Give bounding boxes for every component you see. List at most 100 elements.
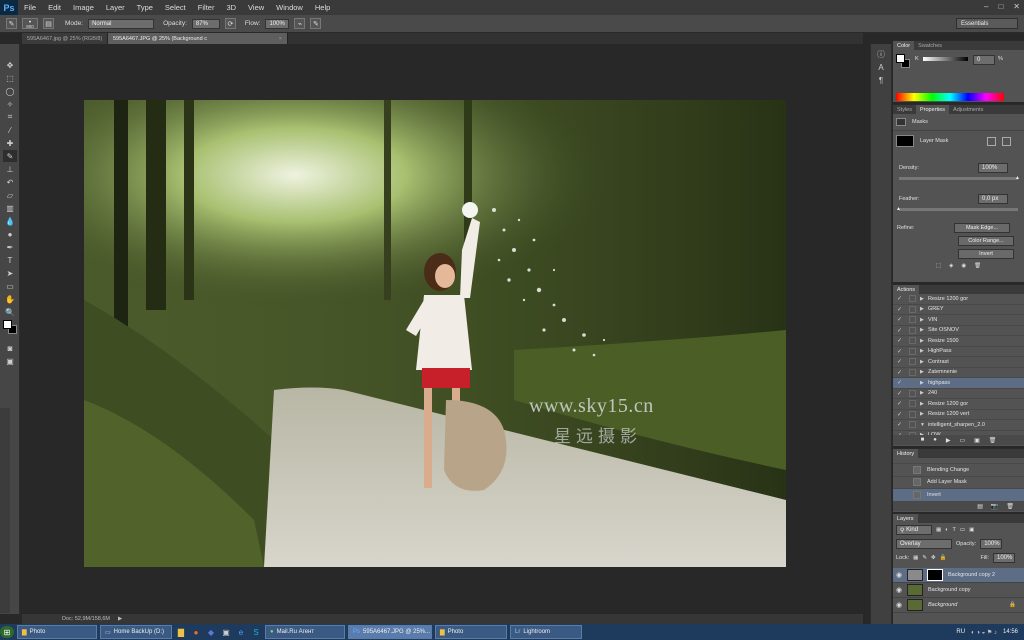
eraser-tool-icon[interactable]: ▱ [3,189,17,201]
invert-button[interactable]: Invert [958,249,1014,259]
shape-tool-icon[interactable]: ▭ [3,280,17,292]
record-action-icon[interactable]: ● [933,437,937,443]
tab-history[interactable]: History [893,449,919,458]
tab-actions[interactable]: Actions [893,285,920,294]
brush-panel-icon[interactable]: ▤ [43,18,54,29]
path-selection-tool-icon[interactable]: ➤ [3,267,17,279]
visibility-eye-icon[interactable]: ◉ [893,571,905,579]
action-checkmark-icon[interactable]: ✓ [897,369,905,376]
action-dialog-toggle[interactable] [909,347,916,355]
expand-triangle-icon[interactable]: ▶ [920,369,928,375]
lock-position-icon[interactable]: ✥ [931,555,936,561]
lasso-tool-icon[interactable]: ◯ [3,85,17,97]
history-item[interactable]: Blending Change [893,464,1024,477]
action-checkmark-icon[interactable]: ✓ [897,327,905,334]
tab-document-2[interactable]: 595A6467.JPG @ 25% (Background c × [108,33,288,44]
action-item[interactable]: ✓ ▶ Resize 1200 gor [893,294,1024,305]
color-range-button[interactable]: Color Range... [958,236,1014,246]
color-fg-swatch[interactable] [896,54,905,63]
expand-triangle-icon[interactable]: ▶ [920,348,928,354]
fill-field[interactable]: 100% [993,553,1015,563]
delete-action-icon[interactable]: 🗑 [989,437,997,444]
menu-filter[interactable]: Filter [192,3,221,12]
quick-mask-icon[interactable]: ◙ [3,342,17,354]
action-dialog-toggle[interactable] [909,431,916,435]
filter-smart-icon[interactable]: ▣ [969,527,974,533]
feather-slider[interactable]: ▲ [896,206,1018,212]
gradient-tool-icon[interactable]: ▥ [3,202,17,214]
new-action-icon[interactable]: ▣ [974,437,980,444]
action-item[interactable]: ✓ ▶ Resize 1200 gor [893,399,1024,410]
pressure-opacity-icon[interactable]: ⟳ [224,18,236,29]
screen-mode-icon[interactable]: ▣ [3,355,17,367]
layer-thumbnail[interactable] [907,599,923,611]
blur-tool-icon[interactable]: 💧 [3,215,17,227]
history-item[interactable]: Invert [893,489,1024,502]
action-checkmark-icon[interactable]: ✓ [897,432,905,435]
action-dialog-toggle[interactable] [909,295,916,303]
close-button[interactable]: ✕ [1013,2,1020,11]
taskbar-item-home-backup[interactable]: ▭ Home BackUp (D:) [100,625,172,639]
action-checkmark-icon[interactable]: ✓ [897,316,905,323]
brush-preset-icon[interactable]: ✎ [6,18,17,29]
layer-row[interactable]: ◉ Background 🔒 [893,598,1024,613]
visibility-eye-icon[interactable]: ◉ [893,601,905,609]
move-tool-icon[interactable]: ✥ [3,59,17,71]
quick-select-tool-icon[interactable]: ✧ [3,98,17,110]
menu-layer[interactable]: Layer [100,3,131,12]
menu-select[interactable]: Select [159,3,192,12]
action-dialog-toggle[interactable] [909,316,916,324]
action-dialog-toggle[interactable] [909,305,916,313]
taskbar-item-photo[interactable]: ▇ Photo [17,625,97,639]
expand-triangle-icon[interactable]: ▶ [920,306,928,312]
expand-triangle-icon[interactable]: ▶ [920,296,928,302]
toggle-mask-icon[interactable]: ◉ [961,263,966,269]
k-field[interactable]: 0 [973,55,995,65]
expand-triangle-icon[interactable]: ▶ [920,359,928,365]
action-dialog-toggle[interactable] [909,337,916,345]
menu-3d[interactable]: 3D [220,3,242,12]
expand-triangle-icon[interactable]: ▶ [920,317,928,323]
action-checkmark-icon[interactable]: ✓ [897,358,905,365]
expand-triangle-icon[interactable]: ▶ [920,390,928,396]
action-checkmark-icon[interactable]: ✓ [897,348,905,355]
lock-pixels-icon[interactable]: ✎ [922,555,927,561]
action-item[interactable]: ✓ ▶ VIN [893,315,1024,326]
tab-swatches[interactable]: Swatches [914,41,946,50]
menu-window[interactable]: Window [270,3,309,12]
history-brush-tool-icon[interactable]: ↶ [3,176,17,188]
healing-brush-tool-icon[interactable]: ✚ [3,137,17,149]
menu-type[interactable]: Type [131,3,159,12]
taskbar-item-mailru[interactable]: ● Mail.Ru Агент [265,625,345,639]
stop-action-icon[interactable]: ■ [921,437,925,443]
action-dialog-toggle[interactable] [909,379,916,387]
clone-stamp-tool-icon[interactable]: ⊥ [3,163,17,175]
paragraph-panel-icon[interactable]: ¶ [874,74,888,86]
airbrush-icon[interactable]: ⌁ [294,18,306,29]
expand-triangle-icon[interactable]: ▶ [920,327,928,333]
density-slider-handle[interactable]: ▲ [1015,175,1020,181]
menu-view[interactable]: View [242,3,270,12]
hand-tool-icon[interactable]: ✋ [3,293,17,305]
dodge-tool-icon[interactable]: ● [3,228,17,240]
firefox-icon[interactable]: ● [190,626,202,638]
expand-triangle-icon[interactable]: ▶ [920,338,928,344]
new-document-from-state-icon[interactable]: ▤ [977,503,983,510]
tab-adjustments[interactable]: Adjustments [949,105,987,114]
pen-tool-icon[interactable]: ✒ [3,241,17,253]
action-checkmark-icon[interactable]: ✓ [897,379,905,386]
visibility-eye-icon[interactable]: ◉ [893,586,905,594]
load-selection-icon[interactable]: ⬚ [936,263,941,269]
menu-image[interactable]: Image [67,3,100,12]
density-slider[interactable]: ▲ [899,175,1020,181]
expand-triangle-icon[interactable]: ▶ [920,401,928,407]
action-dialog-toggle[interactable] [909,421,916,429]
action-checkmark-icon[interactable]: ✓ [897,421,905,428]
marquee-tool-icon[interactable]: ⬚ [3,72,17,84]
start-icon[interactable]: ⊞ [0,626,14,638]
action-item[interactable]: ✓ ▶ Resize 1500 [893,336,1024,347]
zoom-tool-icon[interactable]: 🔍 [3,306,17,318]
new-set-icon[interactable]: ▭ [959,437,965,444]
tray-icons[interactable]: ◐ ◑ ◒ ⚑ ♪ [971,629,997,636]
history-item[interactable]: Add Layer Mask [893,477,1024,489]
